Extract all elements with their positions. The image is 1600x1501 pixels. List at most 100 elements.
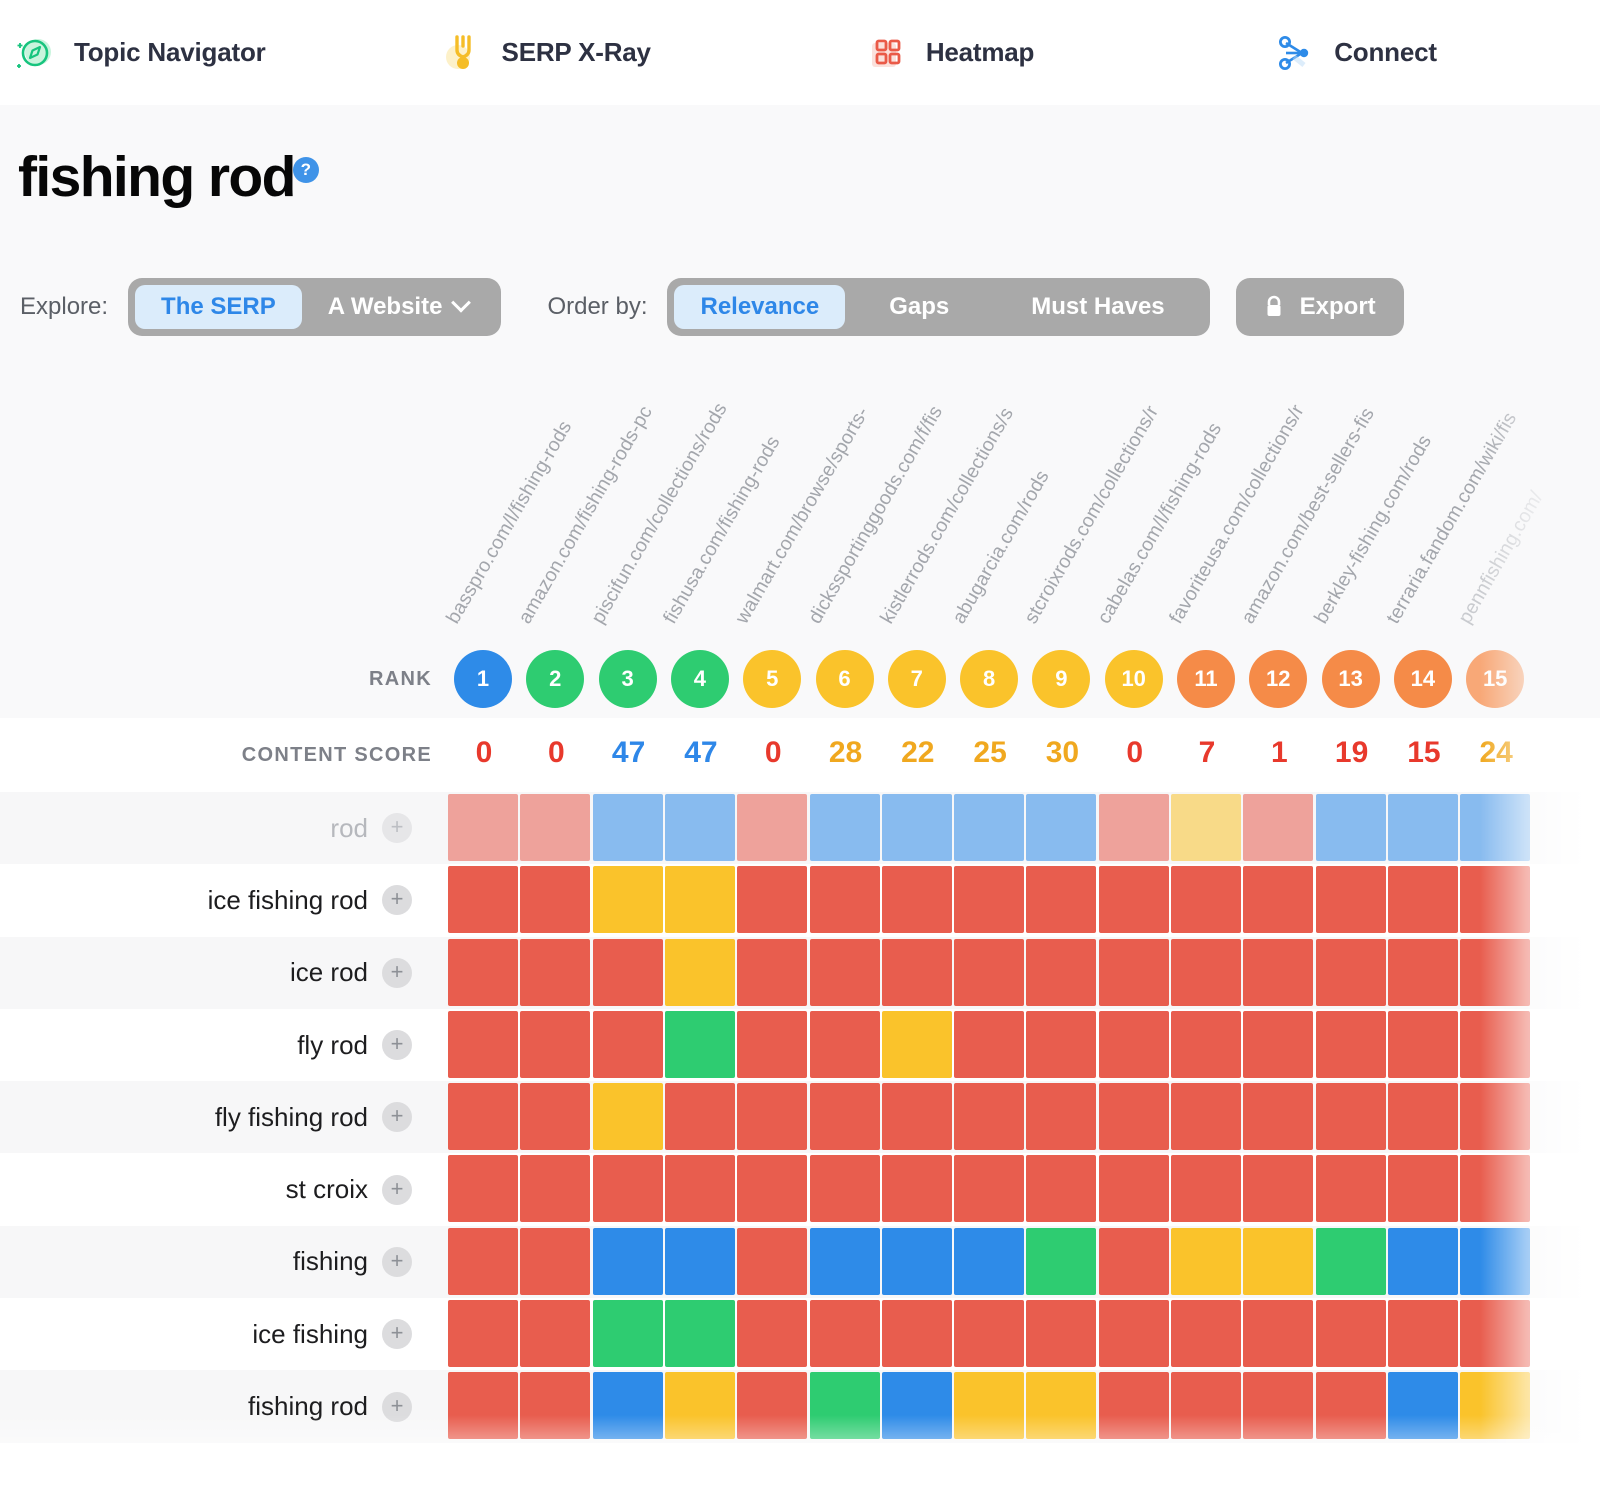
heatmap-cell[interactable] [664, 1372, 735, 1440]
heatmap-cell[interactable] [1098, 1372, 1169, 1440]
heatmap-cell[interactable] [1460, 1010, 1531, 1078]
column-header-url[interactable]: dickssportinggoods.com/f/fis [804, 402, 948, 628]
heatmap-cell[interactable] [881, 1372, 952, 1440]
heatmap-cell[interactable] [1315, 938, 1386, 1006]
export-button[interactable]: Export [1235, 278, 1404, 336]
heatmap-cell[interactable] [664, 1227, 735, 1295]
heatmap-cell[interactable] [448, 866, 518, 934]
heatmap-cell[interactable] [1315, 866, 1386, 934]
rank-badge[interactable]: 4 [670, 650, 729, 708]
rank-badge[interactable]: 3 [598, 650, 657, 708]
rank-badge[interactable]: 15 [1466, 650, 1525, 708]
heatmap-cell[interactable] [664, 866, 735, 934]
heatmap-cell[interactable] [1026, 794, 1097, 861]
heatmap-cell[interactable] [737, 866, 808, 934]
rank-badge[interactable]: 6 [815, 650, 874, 708]
heatmap-cell[interactable] [1171, 794, 1241, 861]
rank-badge[interactable]: 11 [1177, 650, 1235, 708]
heatmap-cell[interactable] [448, 794, 518, 861]
heatmap-cell[interactable] [1387, 1010, 1458, 1078]
heatmap-cell[interactable] [592, 1227, 663, 1295]
rank-badge[interactable]: 7 [887, 650, 946, 708]
plus-icon[interactable]: + [382, 1174, 412, 1205]
heatmap-cell[interactable] [1243, 1372, 1314, 1440]
heatmap-cell[interactable] [1315, 1300, 1386, 1368]
rank-badge[interactable]: 5 [743, 650, 802, 708]
heatmap-cell[interactable] [520, 1155, 591, 1223]
heatmap-cell[interactable] [954, 1155, 1025, 1223]
heatmap-cell[interactable] [881, 794, 952, 861]
heatmap-cell[interactable] [520, 1083, 591, 1151]
heatmap-cell[interactable] [592, 1010, 663, 1078]
heatmap-cell[interactable] [1243, 794, 1314, 861]
column-header-url[interactable]: favoriteusa.com/collections/r [1165, 401, 1309, 628]
heatmap-cell[interactable] [954, 1300, 1025, 1368]
heatmap-cell[interactable] [954, 866, 1025, 934]
heatmap-cell[interactable] [1243, 938, 1314, 1006]
heatmap-cell[interactable] [664, 1010, 735, 1078]
heatmap-cell[interactable] [809, 938, 880, 1006]
heatmap-cell[interactable] [448, 1372, 518, 1440]
column-header-url[interactable]: cabelas.com/l/fishing-rods [1093, 419, 1227, 628]
heatmap-cell[interactable] [737, 1300, 808, 1368]
heatmap-cell[interactable] [737, 938, 808, 1006]
heatmap-cell[interactable] [881, 1010, 952, 1078]
column-header-url[interactable]: stcroixrods.com/collections/r [1020, 402, 1164, 628]
plus-icon[interactable]: + [382, 813, 412, 844]
heatmap-cell[interactable] [1387, 1083, 1458, 1151]
heatmap-cell[interactable] [1387, 866, 1458, 934]
column-header-url[interactable]: basspro.com/l/fishing-rods [442, 417, 577, 628]
explore-option-the-serp[interactable]: The SERP [135, 285, 302, 329]
heatmap-cell[interactable] [954, 1083, 1025, 1151]
heatmap-cell[interactable] [1026, 1155, 1097, 1223]
heatmap-cell[interactable] [1243, 1300, 1314, 1368]
heatmap-cell[interactable] [1098, 938, 1169, 1006]
rank-badge[interactable]: 1 [454, 650, 512, 708]
heatmap-cell[interactable] [1171, 1227, 1241, 1295]
heatmap-cell[interactable] [881, 1155, 952, 1223]
plus-icon[interactable]: + [382, 1391, 412, 1422]
heatmap-cell[interactable] [1098, 1010, 1169, 1078]
heatmap-cell[interactable] [1315, 794, 1386, 861]
plus-icon[interactable]: + [382, 1246, 412, 1277]
heatmap-cell[interactable] [1387, 938, 1458, 1006]
heatmap-cell[interactable] [448, 1227, 518, 1295]
nav-tab-topic-navigator[interactable]: Topic Navigator [14, 0, 266, 105]
heatmap-cell[interactable] [809, 1010, 880, 1078]
heatmap-cell[interactable] [809, 794, 880, 861]
heatmap-cell[interactable] [737, 1372, 808, 1440]
plus-icon[interactable]: + [382, 1319, 412, 1350]
heatmap-cell[interactable] [881, 866, 952, 934]
heatmap-cell[interactable] [737, 1083, 808, 1151]
heatmap-cell[interactable] [954, 938, 1025, 1006]
heatmap-cell[interactable] [1026, 1372, 1097, 1440]
heatmap-cell[interactable] [737, 1227, 808, 1295]
heatmap-cell[interactable] [448, 1083, 518, 1151]
heatmap-cell[interactable] [809, 866, 880, 934]
heatmap-cell[interactable] [592, 1372, 663, 1440]
heatmap-cell[interactable] [520, 794, 591, 861]
heatmap-cell[interactable] [592, 1155, 663, 1223]
heatmap-cell[interactable] [881, 1227, 952, 1295]
heatmap-cell[interactable] [1098, 866, 1169, 934]
explore-option-a-website[interactable]: A Website [302, 285, 495, 329]
heatmap-cell[interactable] [1098, 1300, 1169, 1368]
heatmap-cell[interactable] [881, 1083, 952, 1151]
nav-tab-connect[interactable]: Connect [1274, 0, 1437, 105]
heatmap-cell[interactable] [954, 1372, 1025, 1440]
heatmap-cell[interactable] [1460, 866, 1531, 934]
column-header-url[interactable]: piscifun.com/collections/rods [587, 399, 732, 628]
heatmap-cell[interactable] [1243, 1155, 1314, 1223]
heatmap-cell[interactable] [1171, 866, 1241, 934]
heatmap-cell[interactable] [1460, 1083, 1531, 1151]
heatmap-cell[interactable] [1387, 1155, 1458, 1223]
heatmap-cell[interactable] [954, 1010, 1025, 1078]
heatmap-cell[interactable] [664, 794, 735, 861]
heatmap-cell[interactable] [737, 794, 808, 861]
column-header-url[interactable]: amazon.com/fishing-rods-pc [514, 402, 658, 628]
heatmap-cell[interactable] [737, 1010, 808, 1078]
heatmap-cell[interactable] [1026, 1083, 1097, 1151]
column-header-url[interactable]: amazon.com/best-sellers-fis [1237, 404, 1380, 628]
heatmap-cell[interactable] [1098, 794, 1169, 861]
heatmap-cell[interactable] [592, 1083, 663, 1151]
